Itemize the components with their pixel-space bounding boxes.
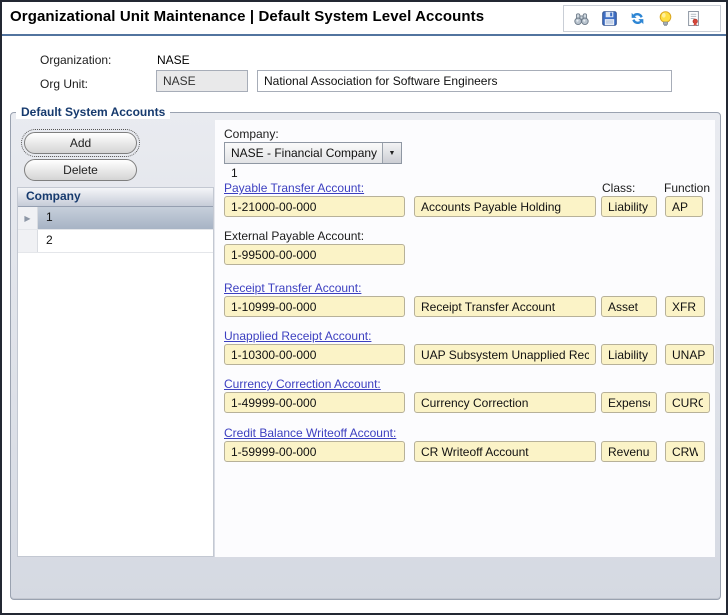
add-button[interactable]: Add	[24, 132, 137, 154]
group-legend: Default System Accounts	[16, 105, 170, 119]
currency-correction-account-row: Currency Correction Account:	[2, 377, 728, 417]
account-description-field[interactable]	[414, 296, 596, 317]
page-title: Organizational Unit Maintenance | Defaul…	[10, 8, 484, 25]
credit-balance-writeoff-account-row: Credit Balance Writeoff Account:	[2, 426, 728, 466]
unapplied-receipt-account-link[interactable]: Unapplied Receipt Account:	[224, 329, 371, 343]
org-unit-code-field	[156, 70, 248, 92]
account-description-field[interactable]	[414, 441, 596, 462]
account-number-field[interactable]	[224, 392, 405, 413]
account-class-field[interactable]	[601, 392, 657, 413]
external-payable-account-label: External Payable Account:	[224, 229, 364, 243]
account-class-field[interactable]	[601, 196, 657, 217]
delete-button[interactable]: Delete	[24, 159, 137, 181]
account-function-field[interactable]	[665, 344, 714, 365]
credit-balance-writeoff-account-link[interactable]: Credit Balance Writeoff Account:	[224, 426, 396, 440]
refresh-icon[interactable]	[629, 10, 646, 27]
app-window: Organizational Unit Maintenance | Defaul…	[0, 0, 728, 615]
account-class-field[interactable]	[601, 441, 657, 462]
receipt-transfer-account-link[interactable]: Receipt Transfer Account:	[224, 281, 361, 295]
toolbar	[563, 5, 721, 32]
org-unit-label: Org Unit:	[40, 77, 88, 91]
account-description-field[interactable]	[414, 344, 596, 365]
account-function-field[interactable]	[665, 392, 710, 413]
account-class-field[interactable]	[601, 296, 657, 317]
unapplied-receipt-account-row: Unapplied Receipt Account:	[2, 329, 728, 369]
company-dropdown-value: NASE - Financial Company 1	[225, 143, 382, 163]
receipt-transfer-account-row: Receipt Transfer Account:	[2, 281, 728, 321]
account-number-field[interactable]	[224, 441, 405, 462]
account-function-field[interactable]	[665, 296, 705, 317]
org-unit-name-field[interactable]	[257, 70, 672, 92]
currency-correction-account-link[interactable]: Currency Correction Account:	[224, 377, 381, 391]
organization-value: NASE	[157, 53, 190, 67]
save-icon[interactable]	[601, 10, 618, 27]
account-function-field[interactable]	[665, 441, 705, 462]
title-separator	[2, 34, 726, 36]
account-class-field[interactable]	[601, 344, 657, 365]
company-dropdown[interactable]: NASE - Financial Company 1 ▼	[224, 142, 402, 164]
external-payable-account-row: External Payable Account:	[2, 229, 728, 269]
account-description-field[interactable]	[414, 392, 596, 413]
payable-transfer-account-row: Payable Transfer Account:	[2, 181, 728, 221]
account-number-field[interactable]	[224, 244, 405, 265]
account-number-field[interactable]	[224, 344, 405, 365]
chevron-down-icon[interactable]: ▼	[382, 143, 401, 163]
payable-transfer-account-link[interactable]: Payable Transfer Account:	[224, 181, 364, 195]
account-number-field[interactable]	[224, 296, 405, 317]
account-description-field[interactable]	[414, 196, 596, 217]
company-dropdown-label: Company:	[224, 127, 279, 141]
binoculars-search-icon[interactable]	[573, 10, 590, 27]
exit-report-icon[interactable]	[685, 10, 702, 27]
account-number-field[interactable]	[224, 196, 405, 217]
organization-label: Organization:	[40, 53, 111, 67]
lightbulb-icon[interactable]	[657, 10, 674, 27]
account-function-field[interactable]	[665, 196, 703, 217]
